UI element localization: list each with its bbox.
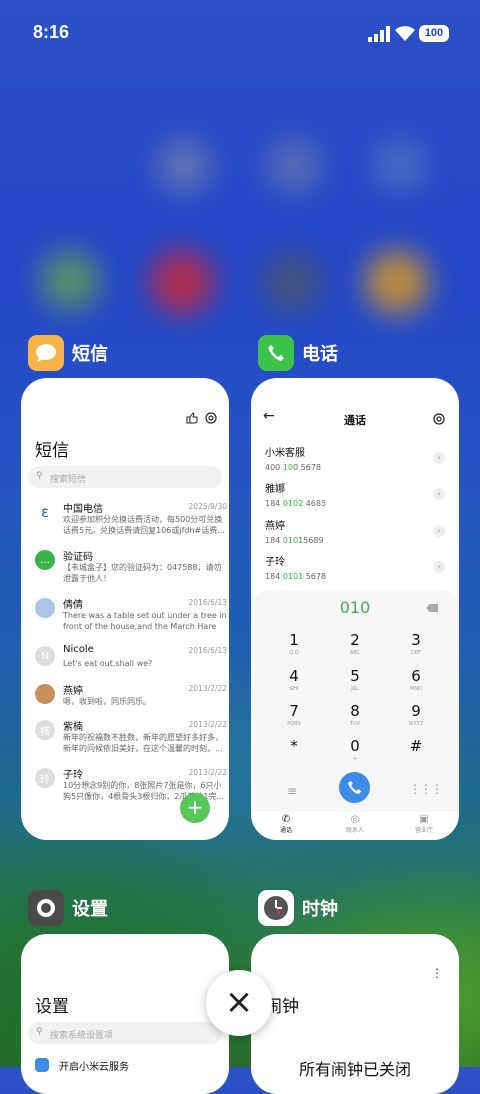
dial-key-7[interactable]: 7 PQRS bbox=[274, 703, 314, 727]
app-name-messages: 短信 bbox=[72, 344, 108, 365]
phone-title: 通话 bbox=[344, 414, 366, 427]
dial-key-hash[interactable]: # bbox=[396, 738, 436, 756]
dial-key-9[interactable]: 9 WXYZ bbox=[396, 703, 436, 727]
contact-row[interactable]: 雅娜 184 0102 4685 › bbox=[265, 480, 445, 514]
avatar bbox=[35, 598, 55, 618]
chevron-right-icon[interactable]: › bbox=[433, 561, 445, 573]
settings-title: 设置 bbox=[35, 997, 69, 1017]
battery-indicator: 100 bbox=[419, 25, 449, 42]
search-icon: ⚲ bbox=[36, 471, 43, 481]
tab-contacts[interactable]: ◎ 联系人 bbox=[335, 814, 375, 834]
alarms-empty-text: 所有闹钟已关闭 bbox=[298, 1060, 411, 1079]
messages-card[interactable]: 短信 ⚲ 搜索短信 ε 中国电信 2025/9/30 欢迎参加积分兑换话费活动，… bbox=[21, 378, 229, 840]
settings-gear-icon[interactable] bbox=[205, 412, 217, 424]
store-icon: ▣ bbox=[419, 814, 429, 825]
messages-search-input[interactable]: ⚲ 搜索短信 bbox=[28, 466, 222, 488]
status-bar: 8:16 100 bbox=[0, 0, 480, 68]
search-placeholder: 搜索短信 bbox=[50, 475, 87, 485]
dial-key-0[interactable]: 0 + bbox=[335, 738, 375, 762]
app-header-phone[interactable]: 电话 bbox=[258, 335, 338, 371]
chevron-right-icon: › bbox=[217, 558, 221, 569]
settings-gear-icon[interactable] bbox=[433, 413, 445, 425]
message-item[interactable]: … 验证码 【韦城盒子】您的验证码为：047588，请勿泄露于他人！ › bbox=[35, 548, 227, 590]
avatar: 玲 bbox=[35, 768, 55, 788]
phone-app-icon bbox=[258, 335, 294, 371]
cloud-icon bbox=[35, 1058, 49, 1072]
status-time: 8:16 bbox=[33, 22, 70, 42]
app-name-phone: 电话 bbox=[302, 344, 338, 365]
contact-row[interactable]: 小米客服 400 100 5678 › bbox=[265, 444, 445, 478]
messages-title: 短信 bbox=[35, 441, 69, 461]
message-item[interactable]: ε 中国电信 2025/9/30 欢迎参加积分兑换话费活动，每500分可兑换话费… bbox=[35, 500, 227, 542]
chevron-right-icon[interactable]: › bbox=[433, 488, 445, 500]
app-header-settings[interactable]: 设置 bbox=[28, 890, 108, 926]
settings-first-item[interactable]: 开启小米云服务 bbox=[59, 1058, 129, 1073]
search-icon: ⚲ bbox=[36, 1027, 43, 1037]
message-item[interactable]: 倩倩 2016/6/13 There was a table set out u… bbox=[35, 596, 227, 638]
contact-row[interactable]: 子玲 184 0101 5678 › bbox=[265, 553, 445, 587]
phone-call-icon bbox=[347, 780, 362, 795]
avatar: N bbox=[35, 646, 55, 666]
dial-key-4[interactable]: 4 GHI bbox=[274, 668, 314, 692]
phone-tab-icon: ✆ bbox=[281, 814, 291, 825]
messages-app-icon bbox=[28, 335, 64, 371]
dialpad: 010 1 Q,O 2 ABC 3 DEF 4 GHI 5 JKL 6 MNO 7 PQRS … bbox=[251, 590, 459, 840]
tab-calls[interactable]: ✆ 通话 bbox=[266, 814, 306, 834]
close-all-button[interactable]: × bbox=[206, 970, 272, 1036]
clock-card[interactable]: ⋮ 闹钟 所有闹钟已关闭 bbox=[251, 934, 459, 1094]
tab-service-hall[interactable]: ▣ 营业厅 bbox=[404, 814, 444, 834]
chat-bubble-icon: … bbox=[35, 550, 55, 570]
app-name-clock: 时钟 bbox=[302, 899, 338, 920]
compose-button[interactable]: + bbox=[180, 793, 210, 823]
settings-card[interactable]: 设置 ⚲ 搜索系统设置项 开启小米云服务 bbox=[21, 934, 229, 1094]
signal-icon bbox=[368, 26, 390, 42]
chevron-right-icon[interactable]: › bbox=[433, 452, 445, 464]
dial-key-2[interactable]: 2 ABC bbox=[335, 632, 375, 656]
contact-row[interactable]: 燕婷 184 01015689 › bbox=[265, 517, 445, 551]
app-name-settings: 设置 bbox=[72, 899, 108, 920]
person-icon: ◎ bbox=[350, 814, 360, 825]
dial-key-8[interactable]: 8 TUV bbox=[335, 703, 375, 727]
settings-app-icon bbox=[28, 890, 64, 926]
wifi-icon bbox=[395, 26, 415, 41]
dial-key-star[interactable]: * bbox=[274, 738, 314, 756]
chevron-right-icon[interactable]: › bbox=[433, 525, 445, 537]
clock-app-icon bbox=[258, 890, 294, 926]
menu-icon[interactable]: ≡ bbox=[287, 784, 297, 798]
phone-card[interactable]: ← 通话 小米客服 400 100 5678 › 雅娜 184 0102 468… bbox=[251, 378, 459, 840]
dial-key-6[interactable]: 6 MNO bbox=[396, 668, 436, 692]
call-button[interactable] bbox=[339, 772, 370, 803]
dial-key-1[interactable]: 1 Q,O bbox=[274, 632, 314, 656]
app-header-messages[interactable]: 短信 bbox=[28, 335, 108, 371]
dial-key-5[interactable]: 5 JKL bbox=[335, 668, 375, 692]
dial-key-3[interactable]: 3 DEF bbox=[396, 632, 436, 656]
keypad-toggle-icon[interactable]: ⋮⋮⋮ bbox=[409, 782, 443, 796]
message-item[interactable]: N Nicole 2016/6/13 Let's eat out,shall w… bbox=[35, 644, 227, 686]
avatar bbox=[35, 684, 55, 704]
telecom-logo-icon: ε bbox=[35, 502, 55, 522]
thumb-icon[interactable] bbox=[186, 412, 198, 424]
message-item[interactable]: 楠 紫楠 2013/2/22 新年的祝福数不胜数，新年的愿望好多好多，新年的问候… bbox=[35, 718, 227, 760]
more-menu-icon[interactable]: ⋮ bbox=[431, 966, 443, 980]
avatar: 楠 bbox=[35, 720, 55, 740]
app-header-clock[interactable]: 时钟 bbox=[258, 890, 338, 926]
settings-search-input[interactable]: ⚲ 搜索系统设置项 bbox=[28, 1022, 222, 1044]
